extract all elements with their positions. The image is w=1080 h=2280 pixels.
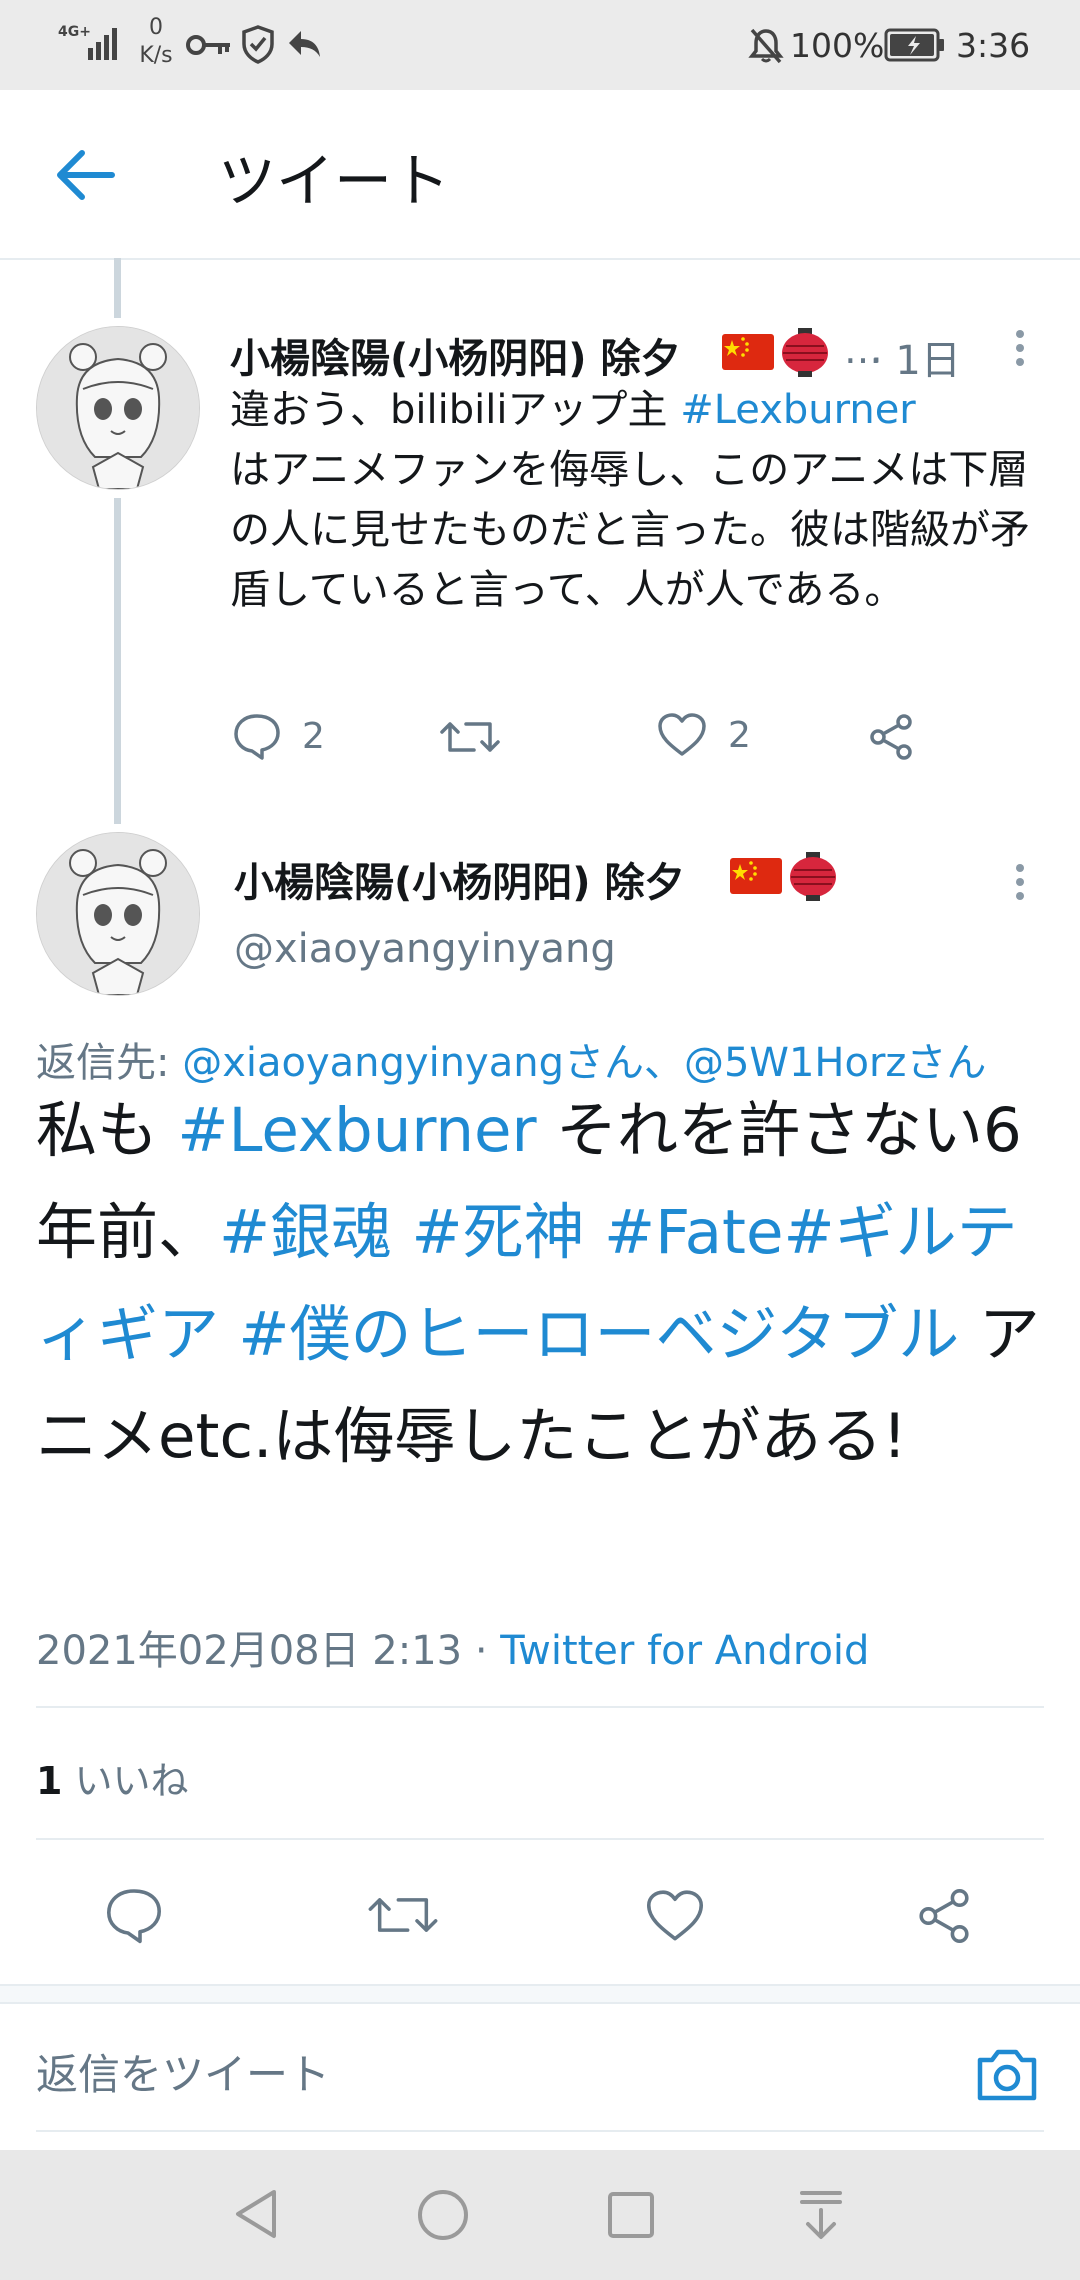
avatar-illustration-icon [37,327,199,489]
red-lantern-icon [782,328,828,377]
heart-icon[interactable] [644,1888,706,1944]
flag-china-icon [722,334,774,370]
nav-recents-icon[interactable] [606,2190,656,2240]
retweet-icon[interactable] [368,1888,438,1942]
tweet-text-segment: 私も [36,1095,178,1166]
hashtag-link[interactable]: #銀魂 [219,1197,392,1268]
battery-icon [884,28,944,62]
hashtag-link[interactable]: #Lexburner [177,1095,536,1166]
main-tweet-author[interactable]: 小楊陰陽(小杨阴阳) 除夕 [234,850,685,908]
status-bar: 4G+ 0 K/s 100% 3:36 [0,0,1080,90]
battery-percent: 100% [790,26,885,65]
page-title: ツイート [218,147,451,215]
likes-count[interactable]: 1 いいね [36,1750,189,1805]
hashtag-link[interactable]: #Fate [604,1197,783,1268]
tweet-source[interactable]: Twitter for Android [500,1628,869,1674]
reply-icon [234,714,280,760]
like-action[interactable]: 2 [656,712,751,758]
svg-text:4G+: 4G+ [58,24,91,40]
nav-home-icon[interactable] [416,2188,470,2242]
section-separator [0,1984,1080,2004]
hashtag-link[interactable]: #死神 [412,1197,585,1268]
tweet-time: · 1日 [870,338,961,384]
thread-line-top [114,258,121,318]
author-handle[interactable]: @xiaoyangyinyang [234,926,616,972]
reply-action[interactable]: 2 [232,712,325,760]
tweet-text-segment [392,1197,411,1268]
nav-notifications-icon[interactable] [796,2188,846,2242]
divider [36,1706,1044,1708]
tweet-timestamp[interactable]: 2021年02月08日 2:13 [36,1628,462,1674]
tweet-text-segment [585,1197,604,1268]
heart-icon [658,713,706,756]
clock-time: 3:36 [956,26,1031,65]
shield-icon [242,25,274,64]
reply-icon[interactable] [104,1886,164,1944]
hashtag-link[interactable]: #Lexburner [680,387,916,433]
signal-icon: 4G+ [58,24,117,60]
parent-tweet-text: 違おう、bilibiliアップ主 #Lexburner はアニメファンを侮辱し、こ… [230,387,1030,613]
divider [36,2130,1044,2132]
back-arrow-icon[interactable] [52,140,122,210]
divider [36,1838,1044,1840]
tweet-metadata: 2021年02月08日 2:13 · Twitter for Android [36,1628,870,1674]
avatar[interactable] [36,832,200,996]
share-icon[interactable] [914,1886,974,1946]
more-options-icon[interactable] [1016,858,1026,906]
flag-china-icon [730,858,782,894]
red-lantern-icon [790,852,836,901]
tweet-text-segment: それを許さない [536,1095,984,1166]
network-speed: 0 K/s [139,15,173,68]
reply-input[interactable]: 返信をツイート [36,2040,936,2110]
reply-arrow-icon [289,31,320,57]
camera-icon[interactable] [974,2044,1040,2104]
avatar-illustration-icon [37,833,199,995]
system-nav-bar [0,2150,1080,2280]
share-icon[interactable] [866,712,916,762]
nav-back-icon[interactable] [230,2186,282,2242]
parent-tweet-author[interactable]: 小楊陰陽(小杨阴阳) 除夕 [230,326,681,384]
hashtag-link[interactable]: #僕のヒーローベジタブル [238,1299,959,1370]
avatar[interactable] [36,326,200,490]
main-tweet-text: 私も #Lexburner それを許さない6年前、#銀魂 #死神 #Fate#ギ… [36,1080,1046,1488]
retweet-icon[interactable] [440,714,500,760]
tweet-text-segment [219,1299,238,1370]
thread-line-bottom [114,498,121,824]
mute-bell-icon [748,28,784,64]
app-header: ツイート [0,90,1080,260]
key-icon [186,35,230,55]
more-options-icon[interactable] [1016,324,1026,372]
